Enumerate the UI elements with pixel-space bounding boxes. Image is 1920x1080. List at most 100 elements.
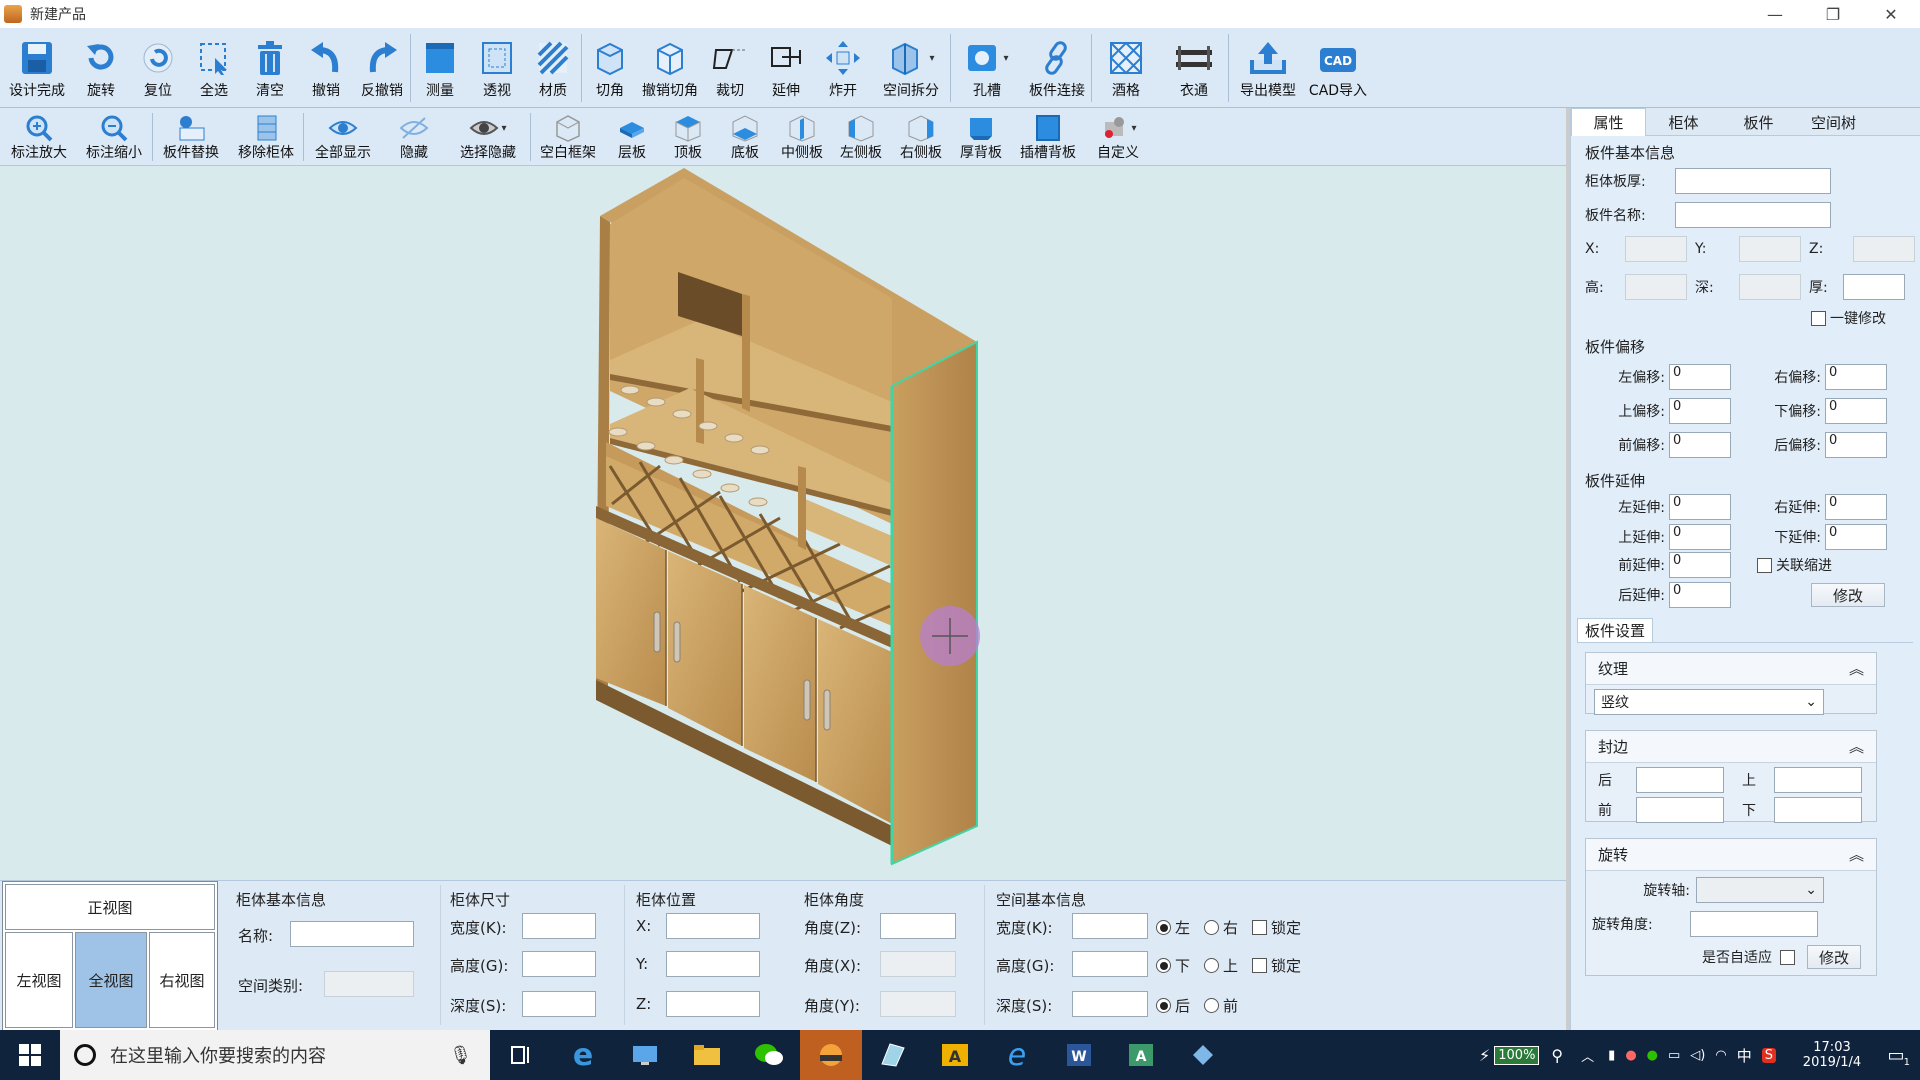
- auto-fit-checkbox[interactable]: [1780, 949, 1795, 965]
- notification-button[interactable]: ▭ 1: [1872, 1030, 1920, 1080]
- angle-x-input[interactable]: [880, 951, 956, 977]
- slot-back-button[interactable]: 插槽背板: [1011, 108, 1085, 166]
- front-view-button[interactable]: 正视图: [5, 884, 215, 930]
- cad-import-button[interactable]: CAD CAD导入: [1307, 28, 1369, 108]
- space-height-input[interactable]: [1072, 951, 1148, 977]
- custom-button[interactable]: ▾ 自定义: [1085, 108, 1151, 166]
- space-width-input[interactable]: [1072, 913, 1148, 939]
- top-offset-input[interactable]: 0: [1669, 398, 1731, 424]
- rotate-modify-button[interactable]: 修改: [1807, 945, 1861, 969]
- word-icon[interactable]: W: [1048, 1030, 1110, 1080]
- wechat-icon[interactable]: [738, 1030, 800, 1080]
- edge-browser-icon[interactable]: e: [552, 1030, 614, 1080]
- cut-button[interactable]: 裁切: [702, 28, 758, 108]
- align-right-radio[interactable]: [1204, 920, 1220, 935]
- vscode-icon[interactable]: [1172, 1030, 1234, 1080]
- cabinet-model[interactable]: [0, 166, 1566, 880]
- space-depth-input[interactable]: [1072, 991, 1148, 1017]
- left-extend-input[interactable]: 0: [1669, 494, 1731, 520]
- select-all-button[interactable]: 全选: [186, 28, 242, 108]
- sketch-app-icon[interactable]: [862, 1030, 924, 1080]
- usb-icon[interactable]: ▮: [1608, 1048, 1615, 1063]
- cabinet-width-input[interactable]: [522, 913, 596, 939]
- edge-front-input[interactable]: [1636, 797, 1724, 823]
- board-name-input[interactable]: [1675, 202, 1831, 228]
- texture-select[interactable]: 竖纹 ⌄: [1594, 689, 1824, 715]
- right-extend-input[interactable]: 0: [1825, 494, 1887, 520]
- right-side-button[interactable]: 右侧板: [891, 108, 951, 166]
- material-button[interactable]: 材质: [525, 28, 581, 108]
- start-button[interactable]: [0, 1030, 60, 1080]
- align-back-radio[interactable]: [1156, 998, 1171, 1013]
- clear-button[interactable]: 清空: [242, 28, 298, 108]
- undo-bevel-button[interactable]: 撤销切角: [638, 28, 702, 108]
- tab-board[interactable]: 板件: [1721, 108, 1796, 136]
- collapse-icon[interactable]: ︽: [1849, 658, 1864, 679]
- right-offset-input[interactable]: 0: [1825, 364, 1887, 390]
- hole-slot-button[interactable]: ▾ 孔槽: [951, 28, 1023, 108]
- collapse-icon[interactable]: ︽: [1849, 844, 1864, 865]
- top-extend-input[interactable]: 0: [1669, 524, 1731, 550]
- front-extend-input[interactable]: 0: [1669, 552, 1731, 578]
- linked-shrink-checkbox[interactable]: [1757, 557, 1772, 573]
- ime-indicator[interactable]: 中: [1737, 1045, 1752, 1066]
- redo-button[interactable]: 反撤销: [354, 28, 410, 108]
- select-hide-button[interactable]: ▾ 选择隐藏: [446, 108, 530, 166]
- z-input[interactable]: [1853, 236, 1915, 262]
- collapse-icon[interactable]: ︽: [1849, 736, 1864, 757]
- align-up-radio[interactable]: [1204, 958, 1220, 973]
- explode-button[interactable]: 炸开: [814, 28, 872, 108]
- clothes-rail-button[interactable]: 衣通: [1160, 28, 1228, 108]
- autocad-lt-icon[interactable]: A: [1110, 1030, 1172, 1080]
- board-settings-tab[interactable]: 板件设置: [1577, 618, 1653, 642]
- file-explorer-icon[interactable]: [676, 1030, 738, 1080]
- hide-button[interactable]: 隐藏: [382, 108, 446, 166]
- perspective-button[interactable]: 透视: [469, 28, 525, 108]
- lock-height-checkbox[interactable]: [1252, 958, 1268, 973]
- edge-top-input[interactable]: [1774, 767, 1862, 793]
- cabinet-name-input[interactable]: [290, 921, 414, 947]
- y-input[interactable]: [1739, 236, 1801, 262]
- close-button[interactable]: ✕: [1862, 0, 1920, 28]
- space-type-input[interactable]: [324, 971, 414, 997]
- cabinet-x-input[interactable]: [666, 913, 760, 939]
- align-left-radio[interactable]: [1156, 920, 1171, 935]
- design-complete-button[interactable]: 设计完成: [2, 28, 72, 108]
- power-icon[interactable]: ⚡: [1479, 1046, 1490, 1065]
- left-view-button[interactable]: 左视图: [5, 932, 73, 1028]
- battery-indicator[interactable]: 100%: [1494, 1045, 1540, 1065]
- left-side-button[interactable]: 左侧板: [831, 108, 891, 166]
- rotate-button[interactable]: 旋转: [72, 28, 130, 108]
- rotate-angle-input[interactable]: [1690, 911, 1818, 937]
- extend-modify-button[interactable]: 修改: [1811, 583, 1885, 607]
- cabinet-y-input[interactable]: [666, 951, 760, 977]
- align-down-radio[interactable]: [1156, 958, 1171, 973]
- qq-icon[interactable]: ●: [1625, 1048, 1636, 1063]
- autocad-icon[interactable]: A: [924, 1030, 986, 1080]
- one-key-modify-checkbox[interactable]: [1811, 310, 1826, 326]
- 3d-viewport[interactable]: [0, 166, 1566, 880]
- front-offset-input[interactable]: 0: [1669, 432, 1731, 458]
- thickness-input[interactable]: [1843, 274, 1905, 300]
- board-connect-button[interactable]: 板件连接: [1023, 28, 1091, 108]
- lock-width-checkbox[interactable]: [1252, 920, 1268, 935]
- angle-z-input[interactable]: [880, 913, 956, 939]
- height-input[interactable]: [1625, 274, 1687, 300]
- depth-input[interactable]: [1739, 274, 1801, 300]
- bevel-button[interactable]: 切角: [582, 28, 638, 108]
- rotate-axis-select[interactable]: ⌄: [1696, 877, 1824, 903]
- tab-space-tree[interactable]: 空间树: [1796, 108, 1871, 136]
- tab-cabinet[interactable]: 柜体: [1646, 108, 1721, 136]
- top-board-button[interactable]: 顶板: [659, 108, 717, 166]
- angle-y-input[interactable]: [880, 991, 956, 1017]
- zoom-out-label-button[interactable]: 标注缩小: [76, 108, 152, 166]
- zoom-in-label-button[interactable]: 标注放大: [2, 108, 76, 166]
- chevron-up-icon[interactable]: ︿: [1581, 1046, 1594, 1065]
- taskbar-search[interactable]: 在这里输入你要搜索的内容 🎙: [60, 1030, 490, 1080]
- back-offset-input[interactable]: 0: [1825, 432, 1887, 458]
- tab-properties[interactable]: 属性: [1571, 108, 1646, 136]
- all-view-button[interactable]: 全视图: [75, 932, 147, 1028]
- x-input[interactable]: [1625, 236, 1687, 262]
- minimize-button[interactable]: —: [1746, 0, 1804, 28]
- bottom-extend-input[interactable]: 0: [1825, 524, 1887, 550]
